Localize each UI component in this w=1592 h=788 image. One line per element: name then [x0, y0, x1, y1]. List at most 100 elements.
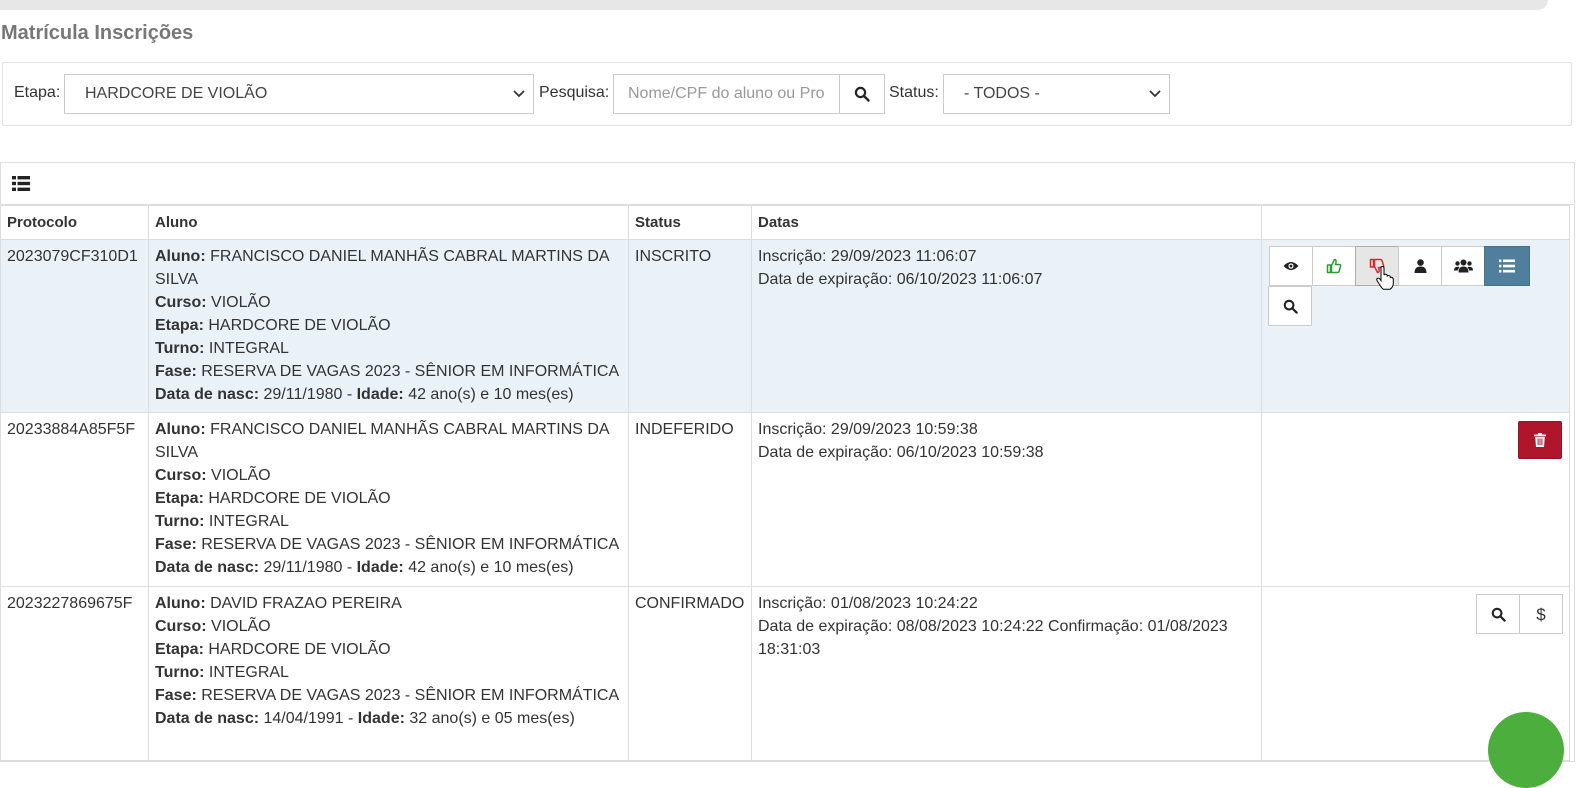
etapa-select[interactable]: HARDCORE DE VIOLÃO	[64, 74, 534, 114]
curso-value: VIOLÃO	[211, 294, 271, 311]
action-button-group	[1269, 246, 1530, 286]
curso-key: Curso:	[155, 467, 207, 484]
etapa-value: HARDCORE DE VIOLÃO	[208, 490, 391, 507]
expiracao-date: Data de expiração: 06/10/2023 11:06:07	[758, 271, 1043, 288]
etapa-select-value: HARDCORE DE VIOLÃO	[85, 85, 268, 102]
aluno-key: Aluno:	[155, 421, 206, 438]
col-header-status: Status	[628, 205, 752, 240]
status-cell: INDEFERIDO	[628, 412, 752, 587]
user-icon	[1414, 259, 1426, 273]
fase-value: RESERVA DE VAGAS 2023 - SÊNIOR EM INFORM…	[201, 363, 620, 380]
dollar-icon: $	[1536, 604, 1546, 624]
datas-cell: Inscrição: 29/09/2023 11:06:07 Data de e…	[751, 239, 1262, 413]
protocolo-cell: 2023227869675F	[0, 586, 149, 761]
turno-value: INTEGRAL	[208, 340, 289, 357]
status-select[interactable]: - TODOS -	[943, 74, 1170, 114]
pesquisa-label: Pesquisa:	[539, 84, 610, 101]
chevron-down-icon	[1149, 90, 1161, 98]
fase-key: Fase:	[155, 687, 197, 704]
etapa-value: HARDCORE DE VIOLÃO	[208, 641, 391, 658]
action-button-group	[1518, 421, 1562, 459]
delete-button[interactable]	[1518, 421, 1562, 459]
turno-value: INTEGRAL	[208, 513, 289, 530]
etapa-key: Etapa:	[155, 490, 204, 507]
actions-cell	[1261, 239, 1570, 413]
panel-header	[1, 163, 1574, 205]
turno-key: Turno:	[155, 513, 205, 530]
datas-cell: Inscrição: 01/08/2023 10:24:22 Data de e…	[751, 586, 1262, 761]
floating-action-button[interactable]	[1488, 712, 1564, 788]
search-record-button[interactable]	[1476, 594, 1520, 634]
nasc-key: Data de nasc:	[155, 710, 260, 727]
etapa-value: HARDCORE DE VIOLÃO	[208, 317, 391, 334]
idade-value: 32 ano(s) e 05 mes(es)	[409, 710, 575, 727]
col-header-aluno: Aluno	[148, 205, 629, 240]
col-header-actions	[1261, 205, 1570, 240]
inscricao-date: Inscrição: 29/09/2023 10:59:38	[758, 421, 978, 438]
actions-cell	[1261, 412, 1570, 587]
users-icon	[1453, 259, 1473, 273]
nasc-value: 14/04/1991	[263, 710, 344, 727]
action-button-group-2	[1268, 286, 1312, 326]
table-row: 2023079CF310D1 Aluno: FRANCISCO DANIEL M…	[0, 239, 1570, 413]
curso-value: VIOLÃO	[211, 467, 271, 484]
status-cell: INSCRITO	[628, 239, 752, 413]
curso-key: Curso:	[155, 294, 207, 311]
nasc-value: 29/11/1980	[263, 386, 343, 403]
aluno-key: Aluno:	[155, 595, 206, 612]
aluno-cell: Aluno: FRANCISCO DANIEL MANHÃS CABRAL MA…	[148, 412, 629, 587]
aluno-cell: Aluno: FRANCISCO DANIEL MANHÃS CABRAL MA…	[148, 239, 629, 413]
list-details-button[interactable]	[1484, 246, 1530, 286]
aluno-cell: Aluno: DAVID FRAZAO PEREIRA Curso: VIOLÃ…	[148, 586, 629, 761]
datas-cell: Inscrição: 29/09/2023 10:59:38 Data de e…	[751, 412, 1262, 587]
reject-button[interactable]	[1355, 246, 1399, 286]
top-strip	[0, 0, 1548, 10]
turno-key: Turno:	[155, 664, 205, 681]
enrollment-table: Protocolo Aluno Status Datas 2023079CF31…	[0, 205, 1570, 761]
fase-key: Fase:	[155, 363, 197, 380]
inscricao-date: Inscrição: 01/08/2023 10:24:22	[758, 595, 978, 612]
thumbs-up-icon	[1326, 258, 1342, 274]
table-row: 2023227869675F Aluno: DAVID FRAZAO PEREI…	[0, 586, 1570, 761]
nasc-key: Data de nasc:	[155, 559, 260, 576]
nasc-value: 29/11/1980	[263, 559, 343, 576]
idade-value: 42 ano(s) e 10 mes(es)	[408, 386, 574, 403]
payment-button[interactable]: $	[1519, 594, 1563, 634]
etapa-label: Etapa:	[14, 84, 61, 101]
view-button[interactable]	[1269, 246, 1313, 286]
search-input[interactable]	[613, 74, 840, 114]
aluno-name: DAVID FRAZAO PEREIRA	[210, 595, 402, 612]
curso-value: VIOLÃO	[211, 618, 271, 635]
idade-value: 42 ano(s) e 10 mes(es)	[408, 559, 574, 576]
approve-button[interactable]	[1312, 246, 1356, 286]
table-header-row: Protocolo Aluno Status Datas	[0, 205, 1570, 240]
fase-value: RESERVA DE VAGAS 2023 - SÊNIOR EM INFORM…	[201, 536, 620, 553]
fase-value: RESERVA DE VAGAS 2023 - SÊNIOR EM INFORM…	[201, 687, 620, 704]
curso-key: Curso:	[155, 618, 207, 635]
turno-key: Turno:	[155, 340, 205, 357]
list-ordered-icon	[1499, 259, 1515, 273]
search-button[interactable]	[839, 74, 885, 114]
eye-icon	[1283, 262, 1299, 270]
student-button[interactable]	[1398, 246, 1442, 286]
search-record-button[interactable]	[1268, 286, 1312, 326]
action-button-group: $	[1476, 594, 1563, 634]
nasc-key: Data de nasc:	[155, 386, 260, 403]
results-panel: Protocolo Aluno Status Datas 2023079CF31…	[0, 162, 1575, 762]
expiracao-date: Data de expiração: 08/08/2023 10:24:22 C…	[758, 618, 1228, 658]
col-header-datas: Datas	[751, 205, 1262, 240]
trash-icon	[1534, 433, 1546, 447]
protocolo-cell: 20233884A85F5F	[0, 412, 149, 587]
idade-key: Idade:	[356, 386, 404, 403]
aluno-name: FRANCISCO DANIEL MANHÃS CABRAL MARTINS D…	[155, 421, 609, 461]
status-cell: CONFIRMADO	[628, 586, 752, 761]
aluno-key: Aluno:	[155, 248, 206, 265]
status-select-value: - TODOS -	[964, 85, 1040, 102]
inscricao-date: Inscrição: 29/09/2023 11:06:07	[758, 248, 977, 265]
fase-key: Fase:	[155, 536, 197, 553]
group-button[interactable]	[1441, 246, 1485, 286]
idade-key: Idade:	[356, 559, 404, 576]
col-header-protocolo: Protocolo	[0, 205, 149, 240]
expiracao-date: Data de expiração: 06/10/2023 10:59:38	[758, 444, 1044, 461]
list-icon	[12, 176, 30, 191]
